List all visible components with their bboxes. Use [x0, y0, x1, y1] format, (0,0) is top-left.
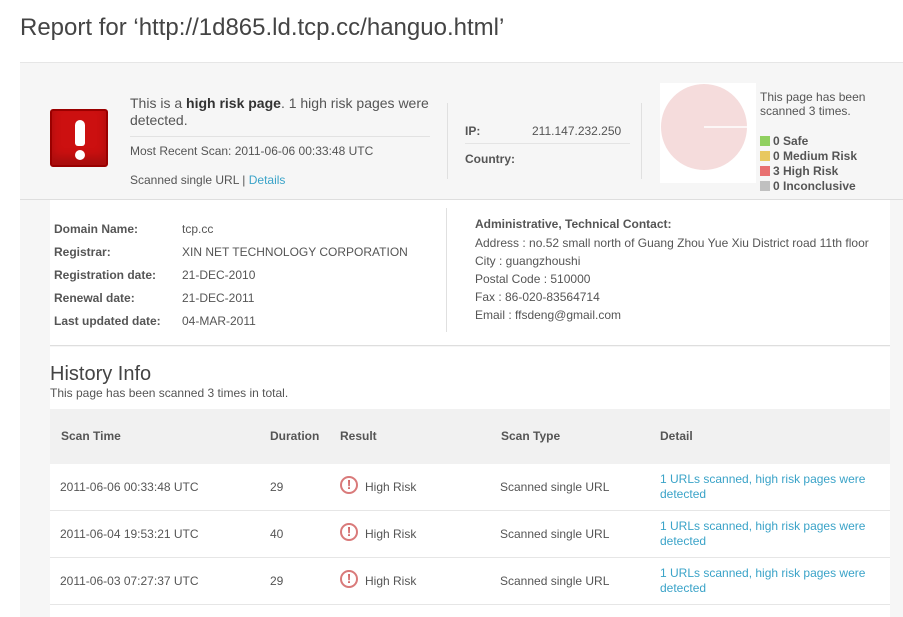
divider [50, 345, 890, 346]
renewal-date-value: 21-DEC-2011 [182, 291, 255, 305]
risk-message: This is a high risk page. 1 high risk pa… [130, 95, 430, 129]
column-header-scan-type: Scan Type [501, 429, 561, 443]
legend-label: 0 Inconclusive [773, 179, 856, 193]
last-updated-date-value: 04-MAR-2011 [182, 314, 256, 328]
divider [447, 103, 448, 179]
high-risk-icon: ! [340, 523, 358, 541]
country-label: Country: [465, 152, 515, 166]
divider [641, 103, 642, 179]
result-cell: High Risk [365, 574, 417, 588]
table-row: 2011-06-03 07:27:37 UTC 29 ! High Risk S… [50, 558, 890, 605]
registration-date-value: 21-DEC-2010 [182, 268, 256, 282]
legend-swatch [760, 151, 770, 161]
duration-cell: 40 [270, 527, 284, 541]
ip-value: 211.147.232.250 [532, 124, 622, 138]
column-header-scan-time: Scan Time [61, 429, 121, 443]
registrar-value: XIN NET TECHNOLOGY CORPORATION [182, 245, 408, 259]
detail-link[interactable]: 1 URLs scanned, high risk pages were det… [660, 472, 885, 502]
table-header: Scan Time Duration Result Scan Type Deta… [50, 409, 890, 464]
table-row: 2011-06-04 19:53:21 UTC 40 ! High Risk S… [50, 511, 890, 558]
ip-label: IP: [465, 124, 481, 138]
scan-time-cell: 2011-06-06 00:33:48 UTC [60, 480, 199, 494]
duration-cell: 29 [270, 574, 284, 588]
risk-level: high risk page [186, 95, 281, 111]
legend-label: 0 Medium Risk [773, 149, 858, 163]
scan-time-cell: 2011-06-04 19:53:21 UTC [60, 527, 199, 541]
warning-icon-bar [75, 120, 85, 146]
details-link[interactable]: Details [249, 173, 286, 187]
registrar-label: Registrar: [54, 245, 111, 259]
legend-swatch [760, 136, 770, 146]
contact-title: Administrative, Technical Contact: [475, 217, 672, 231]
history-subtitle: This page has been scanned 3 times in to… [50, 386, 289, 400]
registration-date-label: Registration date: [54, 268, 157, 282]
scan-result-pie-chart [660, 83, 756, 183]
contact-email: Email : ffsdeng@gmail.com [475, 308, 622, 322]
risk-legend: 0 Safe 0 Medium Risk 3 High Risk 0 Incon… [760, 134, 857, 194]
column-header-duration: Duration [270, 429, 320, 443]
whois-info: Domain Name: tcp.cc Registrar: XIN NET T… [50, 200, 890, 346]
last-updated-date-label: Last updated date: [54, 314, 161, 328]
legend-swatch [760, 181, 770, 191]
warning-icon [50, 109, 108, 167]
high-risk-icon: ! [340, 570, 358, 588]
contact-address: Address : no.52 small north of Guang Zho… [475, 236, 869, 250]
history-section: History Info This page has been scanned … [50, 347, 890, 617]
divider [465, 143, 630, 144]
column-header-detail: Detail [660, 429, 693, 443]
report-panel: This is a high risk page. 1 high risk pa… [20, 62, 903, 617]
legend-medium-risk: 0 Medium Risk [760, 149, 857, 164]
renewal-date-label: Renewal date: [54, 291, 135, 305]
scan-count-note: This page has been scanned 3 times. [760, 90, 866, 118]
result-cell: High Risk [365, 480, 417, 494]
contact-fax: Fax : 86-020-83564714 [475, 290, 600, 304]
column-header-result: Result [340, 429, 377, 443]
domain-name-value: tcp.cc [182, 222, 214, 236]
page-title: Report for ‘http://1d865.ld.tcp.cc/hangu… [20, 14, 505, 41]
legend-label: 3 High Risk [773, 164, 839, 178]
divider [446, 208, 447, 332]
domain-name-label: Domain Name: [54, 222, 139, 236]
legend-swatch [760, 166, 770, 176]
legend-label: 0 Safe [773, 134, 809, 148]
detail-link[interactable]: 1 URLs scanned, high risk pages were det… [660, 519, 885, 549]
risk-prefix: This is a [130, 95, 187, 111]
table-row: 2011-06-06 00:33:48 UTC 29 ! High Risk S… [50, 464, 890, 511]
duration-cell: 29 [270, 480, 284, 494]
detail-link[interactable]: 1 URLs scanned, high risk pages were det… [660, 566, 885, 596]
scan-time-cell: 2011-06-03 07:27:37 UTC [60, 574, 199, 588]
legend-inconclusive: 0 Inconclusive [760, 179, 857, 194]
history-title: History Info [50, 363, 152, 385]
legend-high-risk: 3 High Risk [760, 164, 857, 179]
scan-type-cell: Scanned single URL [500, 480, 610, 494]
scan-type-line: Scanned single URL | Details [130, 173, 285, 187]
scan-type-cell: Scanned single URL [500, 527, 610, 541]
scan-type-cell: Scanned single URL [500, 574, 610, 588]
contact-postal-code: Postal Code : 510000 [475, 272, 591, 286]
legend-safe: 0 Safe [760, 134, 857, 149]
scan-type-text: Scanned single URL | [130, 173, 249, 187]
contact-city: City : guangzhoushi [475, 254, 581, 268]
high-risk-icon: ! [340, 476, 358, 494]
risk-summary: This is a high risk page. 1 high risk pa… [20, 63, 903, 199]
most-recent-scan: Most Recent Scan: 2011-06-06 00:33:48 UT… [130, 136, 430, 158]
result-cell: High Risk [365, 527, 417, 541]
warning-icon-dot [75, 150, 85, 160]
